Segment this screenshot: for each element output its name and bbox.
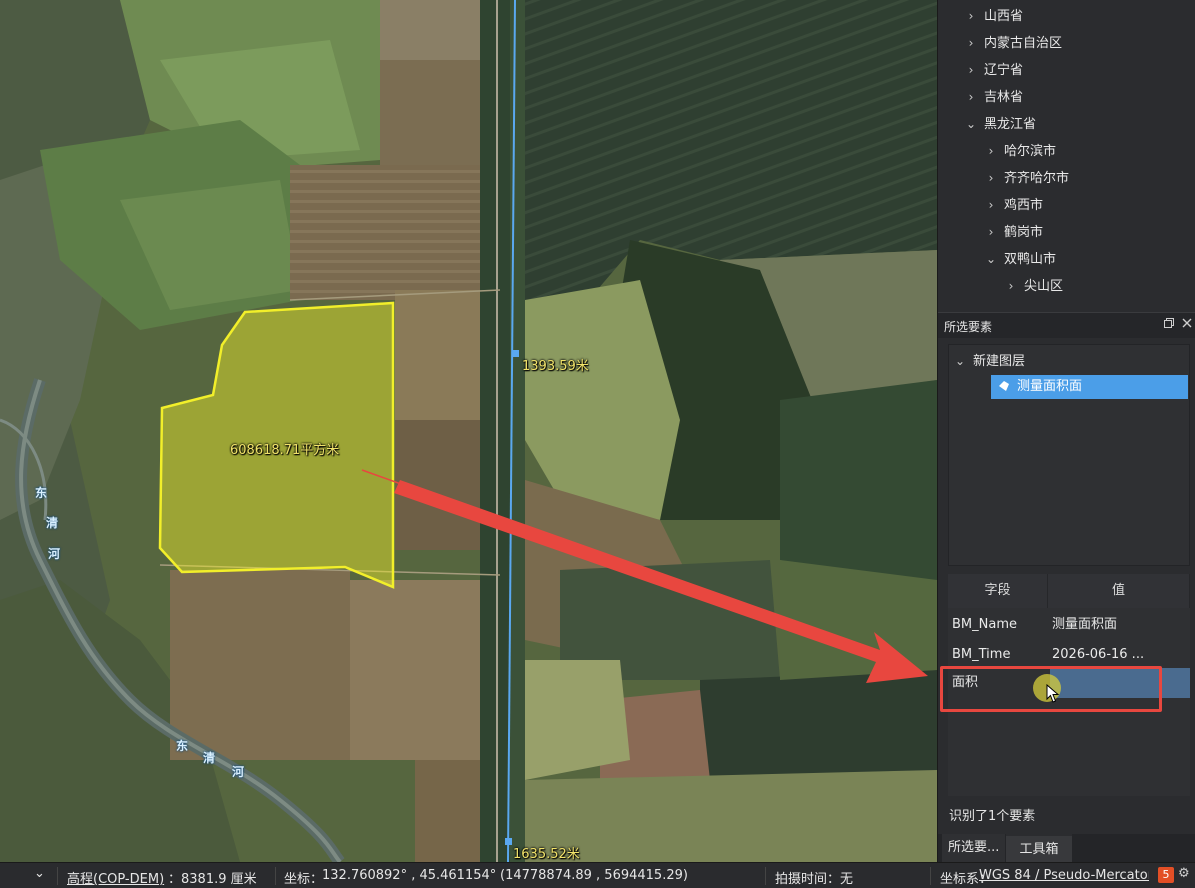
tree-item-label: 辽宁省	[984, 63, 1024, 78]
river-label-char: 清	[203, 751, 216, 765]
tree-item-label: 黑龙江省	[984, 117, 1037, 132]
layer-name: 新建图层	[973, 354, 1026, 369]
chevron-right-icon[interactable]: ›	[984, 219, 998, 246]
polygon-feature-icon	[999, 381, 1009, 391]
river-label-char: 东	[35, 486, 48, 500]
capture-time: 拍摄时间：无	[775, 872, 854, 887]
cell-field: BM_Name	[952, 617, 1017, 632]
tree-item-label: 内蒙古自治区	[984, 36, 1063, 51]
selected-layer-tree: ⌄ 新建图层 测量面积面	[948, 344, 1190, 566]
measure-vertex-1	[512, 350, 519, 357]
tree-item-label: 鹤岗市	[1004, 225, 1044, 240]
panel-title: 所选要素	[944, 320, 993, 334]
distance-label-1: 1393.59米	[522, 359, 589, 374]
column-header-field[interactable]: 字段	[948, 574, 1048, 608]
coord-geographic: 132.760892° , 45.461154°	[322, 868, 497, 883]
distance-label-2: 1635.52米	[513, 847, 580, 862]
tree-item-label: 齐齐哈尔市	[1004, 171, 1070, 186]
status-bar: ⌄ 高程(COP-DEM) ：8381.9 厘米 坐标： 132.760892°…	[0, 862, 1195, 888]
chevron-right-icon[interactable]: ›	[964, 57, 978, 84]
feature-count-text: 识别了1个要素	[949, 809, 1036, 824]
tree-item-label: 哈尔滨市	[1004, 144, 1057, 159]
tree-item-label: 尖山区	[1024, 279, 1064, 294]
tree-item-jianshan[interactable]: › 尖山区	[1004, 273, 1063, 300]
tree-item-neimenggu[interactable]: › 内蒙古自治区	[964, 30, 1062, 57]
region-tree[interactable]: › 山西省 › 内蒙古自治区 › 辽宁省 › 吉林省 ⌄ 黑龙江省 › 哈尔滨市 › 齐齐哈尔…	[938, 0, 1195, 312]
chevron-down-icon[interactable]: ⌄	[984, 246, 998, 273]
dropdown-chevron-icon[interactable]: ⌄	[34, 866, 45, 881]
elevation-value: ：8381.9 厘米	[168, 872, 257, 887]
cell-value[interactable]	[1052, 668, 1188, 698]
tree-item-label: 吉林省	[984, 90, 1024, 105]
feature-name: 测量面积面	[1017, 379, 1083, 394]
crs-link[interactable]: WGS 84 / Pseudo-Mercator	[979, 868, 1149, 883]
elevation-source-link[interactable]: 高程(COP-DEM)	[67, 868, 164, 887]
cell-value[interactable]: 测量面积面	[1052, 610, 1188, 640]
panel-tab-bar: 所选要... 工具箱	[938, 834, 1195, 862]
map-view[interactable]: 608618.71平方米 1393.59米 1635.52米 东 清 河 东 清…	[0, 0, 937, 862]
tab-selected-features[interactable]: 所选要...	[942, 834, 1006, 862]
river-label-char: 河	[48, 547, 61, 561]
coord-label: 坐标：	[284, 872, 324, 887]
tree-item-label: 双鸭山市	[1004, 252, 1057, 267]
layer-item[interactable]: ⌄ 新建图层	[953, 349, 1025, 373]
chevron-right-icon[interactable]: ›	[964, 3, 978, 30]
tree-item-hegang[interactable]: › 鹤岗市	[984, 219, 1043, 246]
feature-item[interactable]: 测量面积面	[991, 375, 1188, 399]
tree-item-haerbin[interactable]: › 哈尔滨市	[984, 138, 1056, 165]
tree-item-jixi[interactable]: › 鸡西市	[984, 192, 1043, 219]
chevron-down-icon[interactable]: ⌄	[964, 111, 978, 138]
tree-item-label: 鸡西市	[1004, 198, 1044, 213]
column-header-value[interactable]: 值	[1048, 574, 1190, 608]
coord-projected: (14778874.89 , 5694415.29)	[500, 868, 688, 883]
area-measure-label: 608618.71平方米	[230, 443, 340, 458]
chevron-right-icon[interactable]: ›	[984, 165, 998, 192]
selected-features-header: 所选要素	[938, 312, 1195, 338]
gear-icon[interactable]: ⚙	[1178, 866, 1190, 881]
river-label-char: 东	[176, 739, 189, 753]
measure-vertex-2	[505, 838, 512, 845]
cell-field: BM_Time	[952, 647, 1011, 662]
cell-value[interactable]: 2026-06-16 ...	[1052, 640, 1188, 670]
tree-item-shanxi[interactable]: › 山西省	[964, 3, 1023, 30]
chevron-right-icon[interactable]: ›	[984, 192, 998, 219]
restore-window-icon[interactable]	[1162, 317, 1176, 331]
right-panel: › 山西省 › 内蒙古自治区 › 辽宁省 › 吉林省 ⌄ 黑龙江省 › 哈尔滨市 › 齐齐哈尔…	[937, 0, 1195, 862]
chevron-right-icon[interactable]: ›	[964, 84, 978, 111]
attribute-table: 字段 值 BM_Name 测量面积面 BM_Time 2026-06-16 ..…	[948, 574, 1190, 796]
html5-badge-icon: 5	[1158, 867, 1174, 883]
tree-item-heilongjiang[interactable]: ⌄ 黑龙江省	[964, 111, 1036, 138]
chevron-down-icon[interactable]: ⌄	[953, 349, 967, 373]
satellite-imagery	[0, 0, 937, 862]
tab-toolbox[interactable]: 工具箱	[1006, 834, 1072, 862]
tree-item-label: 山西省	[984, 9, 1024, 24]
mouse-cursor-icon	[1046, 684, 1060, 703]
chevron-right-icon[interactable]: ›	[984, 138, 998, 165]
tree-item-liaoning[interactable]: › 辽宁省	[964, 57, 1023, 84]
chevron-right-icon[interactable]: ›	[964, 30, 978, 57]
tree-item-qiqihaer[interactable]: › 齐齐哈尔市	[984, 165, 1069, 192]
chevron-right-icon[interactable]: ›	[1004, 273, 1018, 300]
close-icon[interactable]	[1180, 317, 1194, 331]
tree-item-jilin[interactable]: › 吉林省	[964, 84, 1023, 111]
river-label-char: 清	[46, 516, 59, 530]
tree-item-shuangyashan[interactable]: ⌄ 双鸭山市	[984, 246, 1056, 273]
river-label-char: 河	[232, 765, 245, 779]
